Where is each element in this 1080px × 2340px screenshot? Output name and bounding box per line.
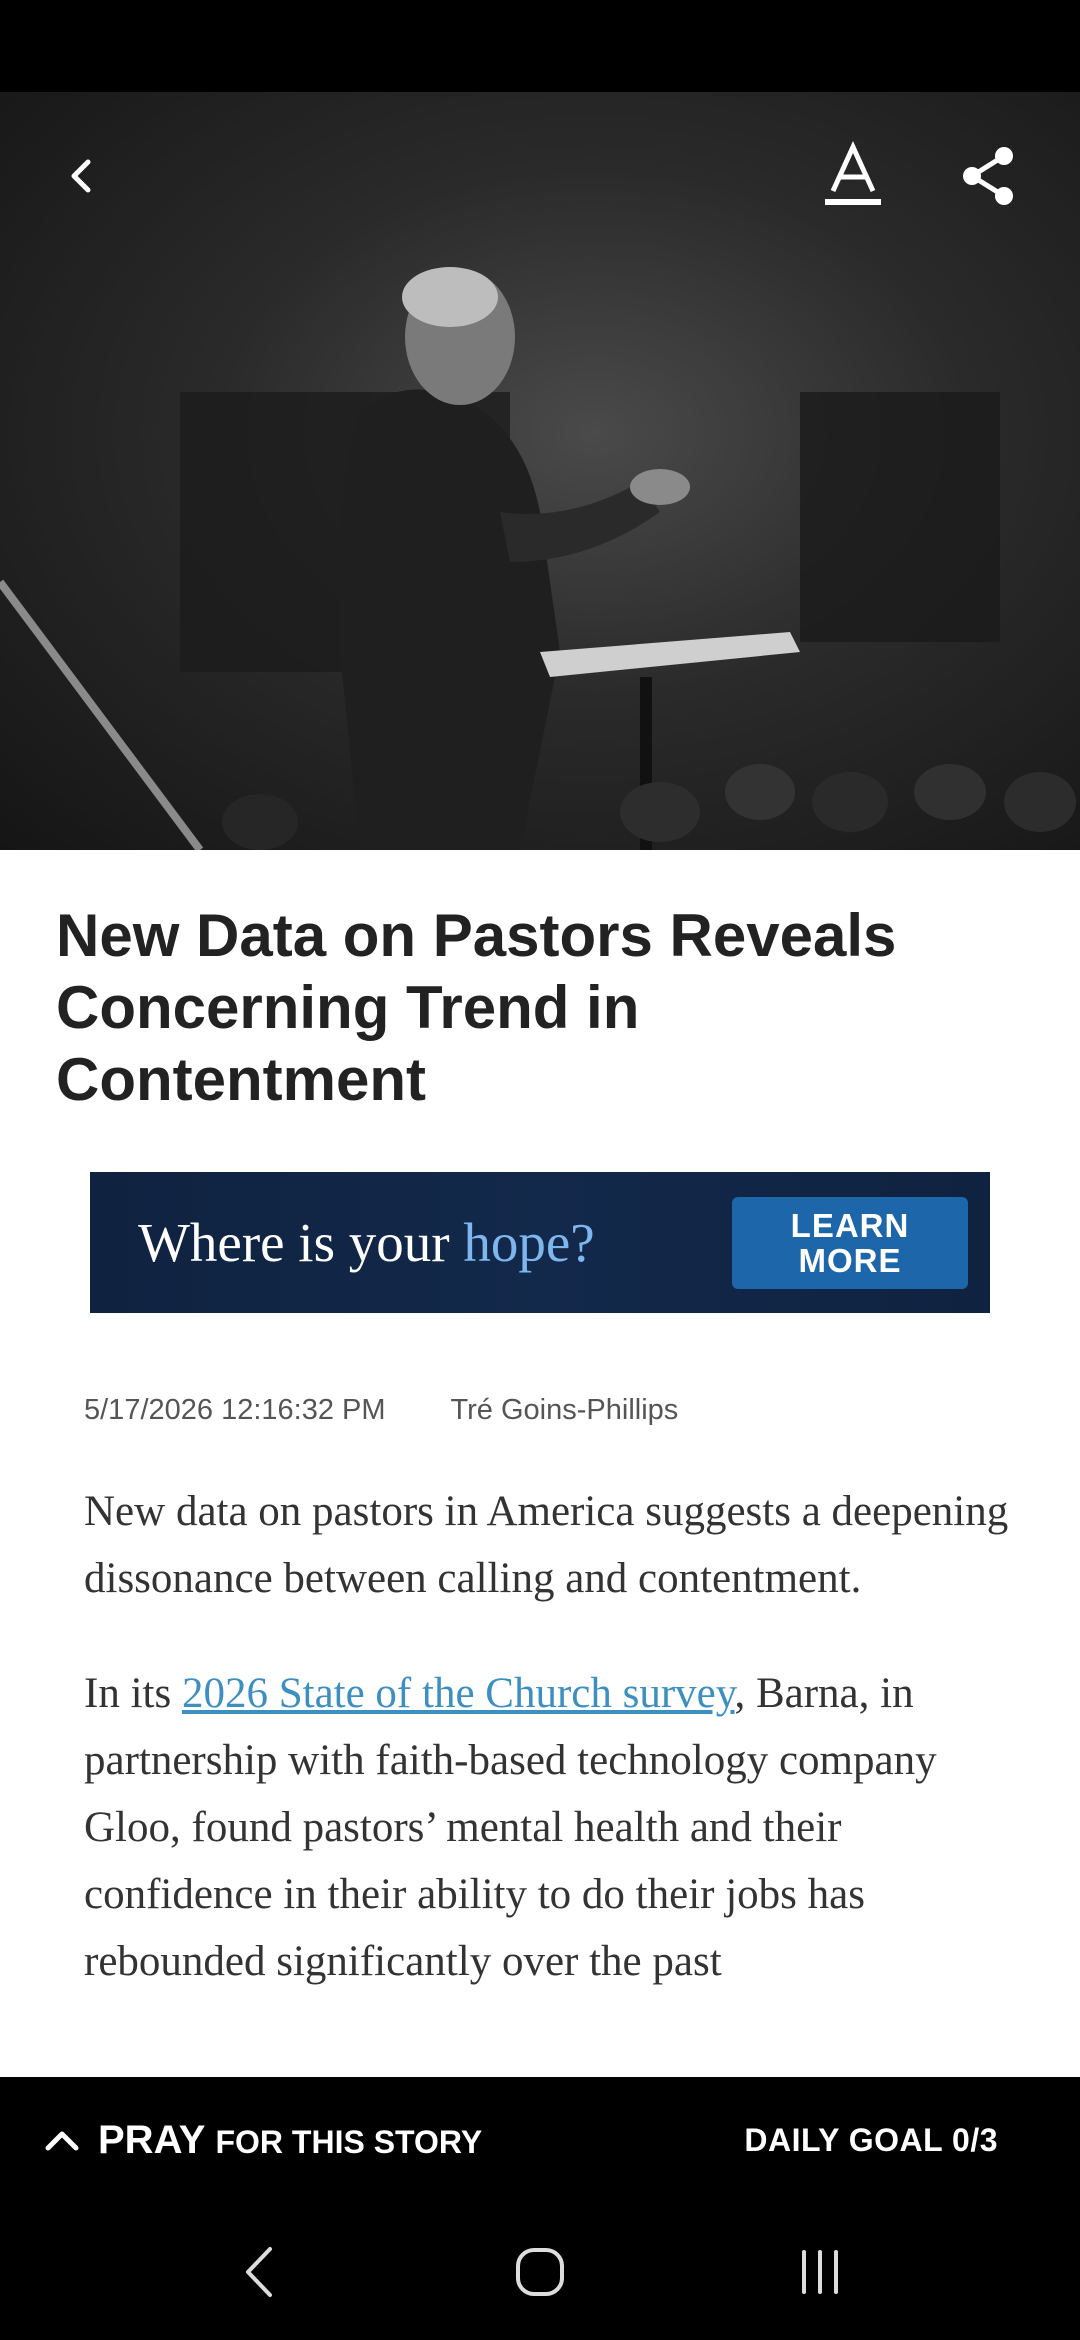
- paragraph-text: , Barna, in partnership with faith-based…: [84, 1670, 937, 1985]
- learn-more-button[interactable]: LEARN MORE: [732, 1196, 968, 1289]
- share-icon: [963, 147, 1013, 205]
- learn-more-line1: LEARN: [790, 1206, 910, 1244]
- article-paragraph: New data on pastors in America suggests …: [84, 1488, 1009, 1602]
- nav-home-button[interactable]: [490, 2222, 590, 2322]
- pastor-photo: [0, 267, 1076, 850]
- pray-for-story-button[interactable]: PRAY FOR THIS STORY: [44, 2118, 482, 2163]
- chevron-left-icon: [71, 159, 91, 193]
- paragraph-text: In its: [84, 1670, 182, 1717]
- article-author[interactable]: Tré Goins-Phillips: [451, 1394, 679, 1427]
- ad-text-main: Where is your: [138, 1212, 464, 1273]
- nav-home-icon: [516, 2247, 564, 2296]
- ad-text: Where is your hope?: [138, 1211, 595, 1274]
- survey-link[interactable]: 2026 State of the Church survey: [182, 1670, 735, 1717]
- pray-bar[interactable]: PRAY FOR THIS STORY DAILY GOAL 0/3: [0, 2077, 1080, 2203]
- pray-subtitle: FOR THIS STORY: [215, 2123, 483, 2160]
- share-button[interactable]: [940, 128, 1036, 224]
- system-nav-bar: [0, 2203, 1080, 2340]
- nav-recents-icon: [802, 2249, 838, 2294]
- article-body: New data on pastors in America suggests …: [84, 1478, 1014, 2043]
- learn-more-line2: MORE: [798, 1241, 902, 1279]
- status-bar: [0, 0, 1080, 92]
- nav-back-button[interactable]: [210, 2222, 310, 2322]
- font-size-button[interactable]: [805, 128, 901, 224]
- ad-text-accent: hope?: [463, 1212, 595, 1273]
- article-title: New Data on Pastors Reveals Concerning T…: [56, 902, 897, 1113]
- article-paragraph: In its 2026 State of the Church survey, …: [84, 1660, 1014, 1995]
- chevron-up-icon: [45, 2131, 79, 2151]
- pray-label: PRAY: [98, 2117, 206, 2162]
- daily-goal: DAILY GOAL 0/3: [744, 2121, 998, 2158]
- article-meta: 5/17/2026 12:16:32 PM Tré Goins-Phillips: [84, 1394, 678, 1427]
- back-button[interactable]: [34, 128, 130, 224]
- font-size-icon: [825, 141, 881, 205]
- hero-image: [0, 92, 1080, 850]
- ad-banner[interactable]: Where is your hope? LEARN MORE: [90, 1172, 990, 1313]
- nav-back-icon: [246, 2246, 272, 2297]
- nav-recents-button[interactable]: [770, 2222, 870, 2322]
- article-date: 5/17/2026 12:16:32 PM: [84, 1394, 386, 1426]
